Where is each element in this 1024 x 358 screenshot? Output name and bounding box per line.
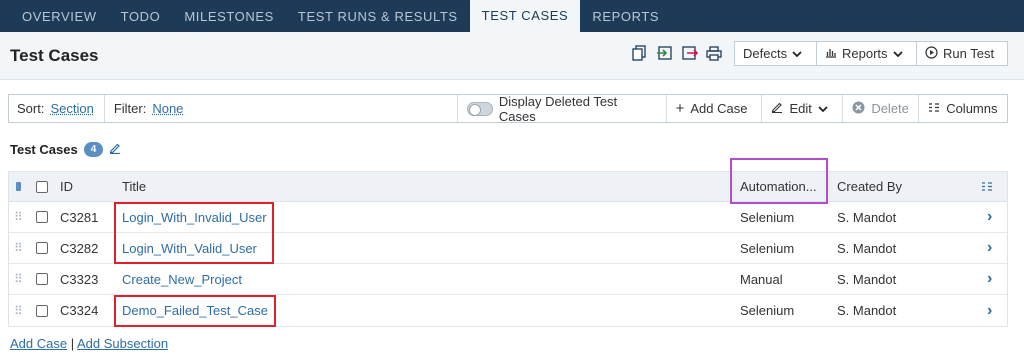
columns-button[interactable]: Columns	[918, 95, 1007, 122]
drag-handle-icon[interactable]: ⠿	[14, 233, 23, 263]
case-automation: Selenium	[740, 209, 795, 225]
sort-value-link[interactable]: Section	[50, 101, 93, 116]
page-title: Test Cases	[10, 46, 99, 65]
defects-dropdown[interactable]: Defects	[734, 41, 817, 66]
bar-chart-icon	[825, 46, 837, 61]
delete-button[interactable]: Delete	[842, 95, 918, 122]
select-all-checkbox[interactable]	[36, 172, 48, 201]
pencil-icon	[771, 101, 783, 116]
case-id: C3281	[60, 209, 99, 225]
case-created-by: S. Mandot	[837, 271, 897, 287]
print-icon[interactable]	[705, 44, 723, 62]
column-settings-icon[interactable]	[981, 172, 993, 201]
case-id: C3282	[60, 240, 99, 256]
chevron-right-icon[interactable]: ›	[987, 264, 992, 294]
run-test-label: Run Test	[943, 46, 995, 61]
defects-label: Defects	[743, 46, 788, 61]
chevron-down-icon	[892, 46, 903, 61]
row-checkbox[interactable]	[36, 233, 48, 263]
toggle-switch[interactable]	[467, 101, 493, 116]
row-checkbox[interactable]	[36, 295, 48, 326]
add-case-label: Add Case	[690, 101, 748, 116]
case-automation: Selenium	[740, 303, 795, 318]
add-case-link[interactable]: Add Case	[10, 336, 67, 351]
filter-value-link[interactable]: None	[152, 101, 183, 116]
copy-icon[interactable]	[630, 44, 648, 62]
tab-test-cases[interactable]: TEST CASES	[469, 0, 581, 32]
col-header-title[interactable]: Title	[122, 172, 146, 201]
chevron-right-icon[interactable]: ›	[987, 202, 992, 232]
delete-label: Delete	[871, 101, 909, 116]
cases-toolbar: Sort: Section Filter: None Display Delet…	[8, 93, 1008, 124]
section-marker-icon	[16, 172, 21, 201]
chevron-down-icon	[792, 46, 802, 61]
page-header: Test Cases Defects Reports Run Test	[0, 32, 1024, 80]
drag-handle-icon[interactable]: ⠿	[14, 202, 23, 232]
import-icon[interactable]	[655, 44, 673, 62]
display-deleted-toggle[interactable]: Display Deleted Test Cases	[457, 93, 666, 124]
reports-dropdown[interactable]: Reports	[816, 41, 917, 66]
top-nav: OVERVIEW TODO MILESTONES TEST RUNS & RES…	[0, 0, 1024, 32]
automation-highlight-box	[730, 158, 828, 204]
edit-dropdown[interactable]: Edit	[761, 95, 842, 122]
filter-label: Filter:	[113, 101, 147, 116]
footer-links: Add Case | Add Subsection	[10, 336, 168, 351]
sort-control[interactable]: Sort: Section	[9, 95, 104, 122]
columns-icon	[928, 101, 940, 116]
edit-label: Edit	[789, 101, 812, 116]
row-highlight-box	[114, 295, 276, 327]
add-case-button[interactable]: + Add Case	[665, 95, 762, 122]
tab-milestones[interactable]: MILESTONES	[172, 0, 286, 32]
case-automation: Selenium	[740, 240, 795, 256]
case-automation: Manual	[740, 271, 783, 287]
row-checkbox[interactable]	[36, 264, 48, 294]
chevron-right-icon[interactable]: ›	[987, 233, 992, 263]
col-header-id[interactable]: ID	[60, 172, 73, 201]
case-created-by: S. Mandot	[837, 240, 897, 256]
chevron-right-icon[interactable]: ›	[987, 295, 992, 326]
drag-handle-icon[interactable]: ⠿	[14, 295, 23, 326]
tab-reports[interactable]: REPORTS	[580, 0, 671, 32]
section-header: Test Cases 4	[10, 142, 121, 157]
filter-control[interactable]: Filter: None	[103, 95, 457, 122]
row-checkbox[interactable]	[36, 202, 48, 232]
run-test-button[interactable]: Run Test	[916, 41, 1008, 66]
table-row[interactable]: ⠿ C3323 Create_New_Project Manual S. Man…	[9, 264, 1007, 295]
add-subsection-link[interactable]: Add Subsection	[77, 336, 168, 351]
display-deleted-label: Display Deleted Test Cases	[498, 93, 618, 124]
footer-separator: |	[70, 336, 75, 351]
tab-test-runs-results[interactable]: TEST RUNS & RESULTS	[286, 0, 470, 32]
edit-section-icon[interactable]	[109, 142, 121, 157]
case-count-badge: 4	[83, 142, 104, 157]
export-icon[interactable]	[681, 44, 699, 62]
col-header-created-by[interactable]: Created By	[837, 172, 902, 201]
sort-label: Sort:	[17, 101, 45, 116]
drag-handle-icon[interactable]: ⠿	[14, 264, 23, 294]
reports-label: Reports	[842, 46, 888, 61]
table-header-row: ID Title Automation... Created By	[9, 172, 1007, 202]
columns-label: Columns	[946, 101, 998, 116]
case-created-by: S. Mandot	[837, 303, 897, 318]
tab-todo[interactable]: TODO	[109, 0, 173, 32]
case-id: C3324	[60, 303, 99, 318]
case-created-by: S. Mandot	[837, 209, 897, 225]
section-title: Test Cases	[10, 142, 78, 157]
case-title-link[interactable]: Create_New_Project	[122, 264, 242, 294]
tab-overview[interactable]: OVERVIEW	[10, 0, 109, 32]
close-circle-icon	[852, 101, 865, 117]
case-id: C3323	[60, 271, 99, 287]
plus-icon: +	[675, 100, 685, 117]
rows-highlight-box	[114, 202, 274, 264]
play-circle-icon	[925, 45, 938, 62]
chevron-down-icon	[818, 101, 828, 116]
